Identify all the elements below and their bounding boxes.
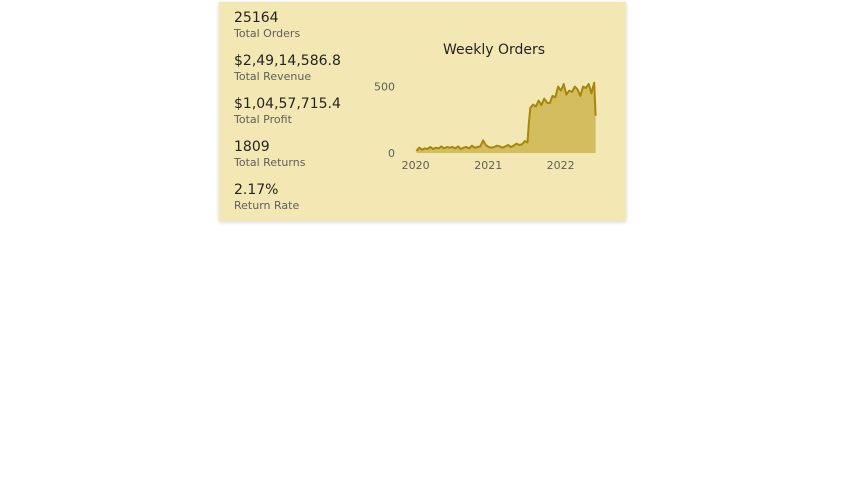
chart-title: Weekly Orders [442, 42, 546, 58]
kpi-return-rate: 2.17% Return Rate [234, 182, 384, 225]
kpi-total-orders: 25164 Total Orders [234, 10, 384, 53]
y-tick-label: 500 [374, 81, 395, 94]
weekly-orders-chart: 0 500 2020 2021 2022 [374, 81, 597, 172]
kpi-value: 25164 [234, 10, 279, 26]
kpi-label: Return Rate [234, 199, 300, 212]
x-tick-label: 2022 [547, 159, 575, 172]
kpi-value: 1809 [234, 139, 270, 155]
kpi-list: 25164 Total Orders $2,49,14,586.8 Total … [234, 10, 384, 225]
series-area [416, 82, 596, 153]
kpi-value: $1,04,57,715.4 [234, 96, 341, 112]
kpi-label: Total Orders [234, 27, 301, 40]
kpi-total-profit: $1,04,57,715.4 Total Profit [234, 96, 384, 139]
kpi-label: Total Revenue [234, 70, 312, 83]
kpi-value: $2,49,14,586.8 [234, 53, 341, 69]
kpi-total-revenue: $2,49,14,586.8 Total Revenue [234, 53, 384, 96]
kpi-label: Total Profit [234, 113, 292, 126]
kpi-total-returns: 1809 Total Returns [234, 139, 384, 182]
x-tick-label: 2020 [402, 159, 430, 172]
x-tick-label: 2021 [474, 159, 502, 172]
kpi-value: 2.17% [234, 182, 279, 198]
kpi-label: Total Returns [234, 156, 306, 169]
y-tick-label: 0 [388, 147, 395, 160]
kpi-card: 25164 Total Orders $2,49,14,586.8 Total … [219, 2, 626, 221]
